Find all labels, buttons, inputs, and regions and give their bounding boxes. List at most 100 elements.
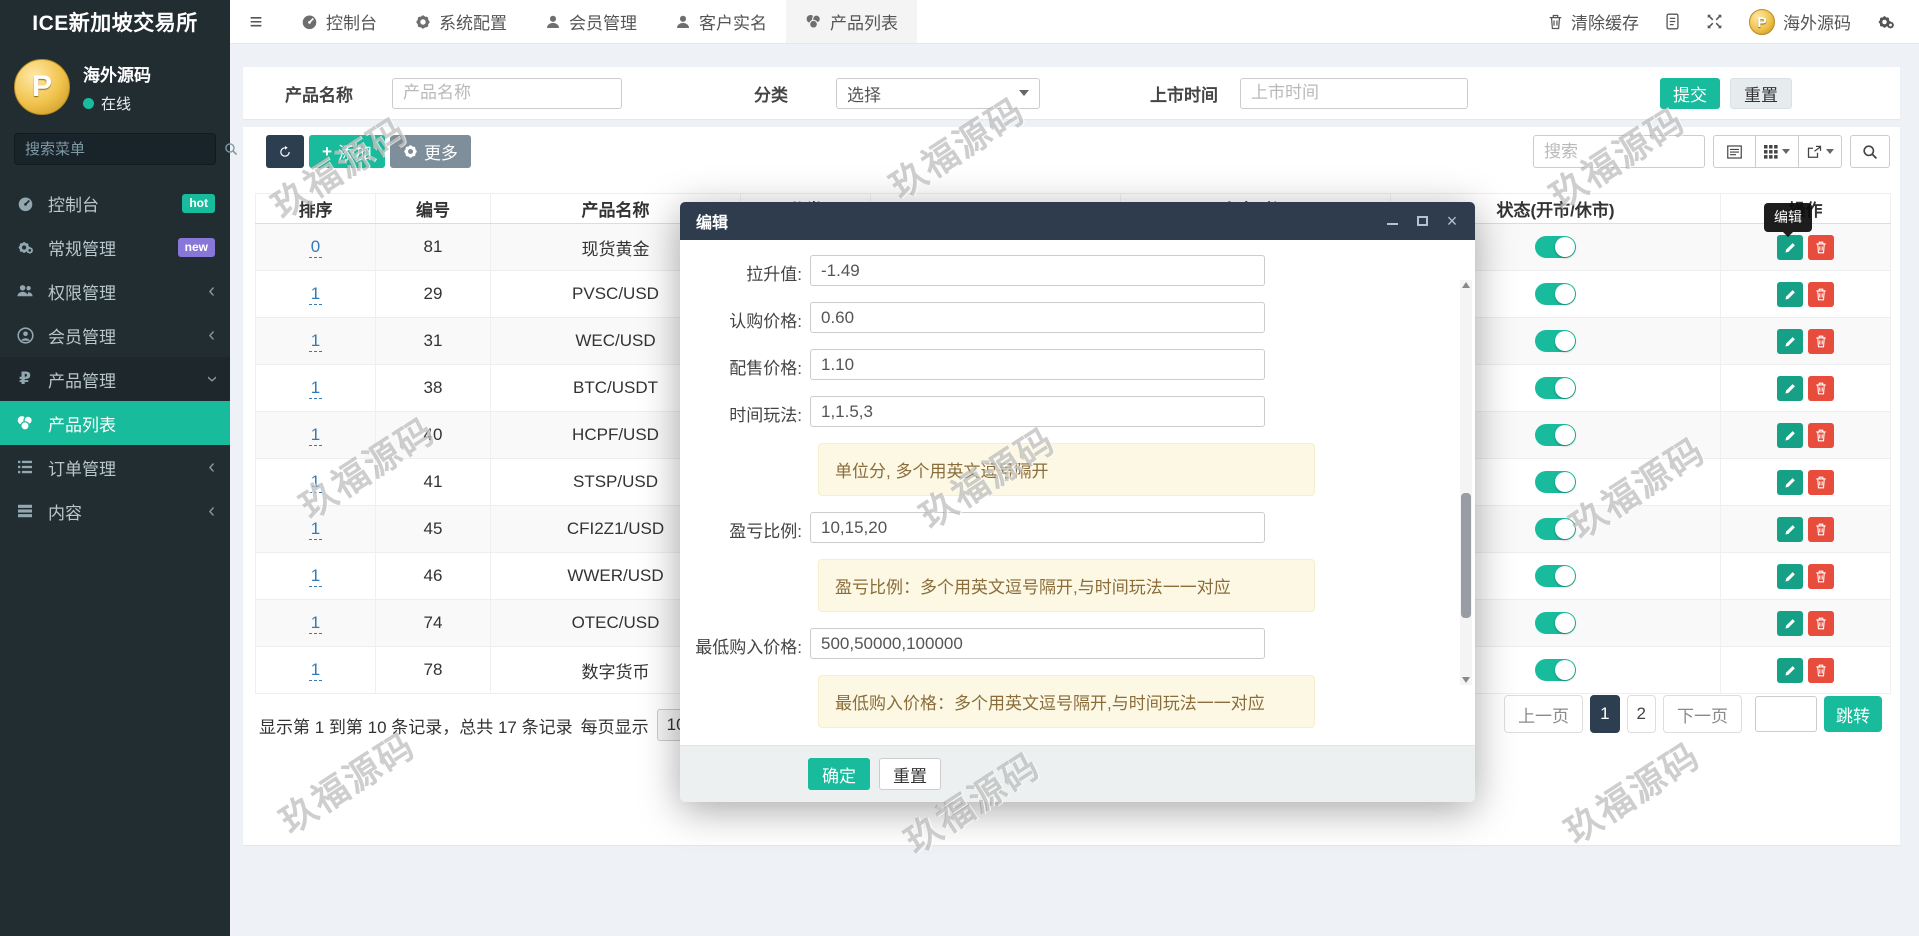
subscription-price-input[interactable] <box>810 302 1265 333</box>
sort-link[interactable]: 1 <box>308 378 323 399</box>
delete-button[interactable] <box>1808 234 1834 260</box>
status-toggle[interactable] <box>1535 424 1576 446</box>
edit-button[interactable] <box>1777 563 1803 589</box>
min-purchase-input[interactable] <box>810 628 1265 659</box>
nav-tab-product-list[interactable]: 产品列表 <box>786 0 917 43</box>
table-search-input[interactable] <box>1533 135 1705 168</box>
delete-button[interactable] <box>1808 422 1834 448</box>
category-select[interactable]: 选择 <box>836 77 1040 109</box>
delete-button[interactable] <box>1808 375 1834 401</box>
search-button[interactable] <box>1850 135 1890 168</box>
delete-button[interactable] <box>1808 657 1834 683</box>
edit-button[interactable] <box>1777 281 1803 307</box>
status-toggle[interactable] <box>1535 659 1576 681</box>
reset-button[interactable]: 重置 <box>1730 77 1792 109</box>
sidebar-item-general[interactable]: 常规管理 new <box>0 225 230 269</box>
edit-button[interactable] <box>1777 516 1803 542</box>
add-button[interactable]: + 添加 <box>309 135 385 168</box>
more-button[interactable]: 更多 <box>389 135 471 168</box>
launch-time-input[interactable] <box>1240 77 1468 109</box>
delete-button[interactable] <box>1808 328 1834 354</box>
nav-tab-system-config[interactable]: 系统配置 <box>396 0 526 43</box>
sort-link[interactable]: 0 <box>308 237 323 258</box>
edit-button[interactable] <box>1777 422 1803 448</box>
dialog-scrollbar[interactable] <box>1460 280 1472 685</box>
product-name-input[interactable] <box>392 77 622 109</box>
document-icon[interactable] <box>1665 13 1680 30</box>
maximize-button[interactable] <box>1415 214 1429 228</box>
edit-button[interactable] <box>1777 375 1803 401</box>
field-label: 认购价格: <box>729 312 802 331</box>
user-circle-icon <box>15 326 35 344</box>
delete-button[interactable] <box>1808 563 1834 589</box>
sort-link[interactable]: 1 <box>308 660 323 681</box>
sidebar-item-content[interactable]: 内容 ‹ <box>0 489 230 533</box>
confirm-button[interactable]: 确定 <box>808 758 870 790</box>
sidebar-item-orders[interactable]: 订单管理 ‹ <box>0 445 230 489</box>
sort-link[interactable]: 1 <box>308 425 323 446</box>
prev-page-button[interactable]: 上一页 <box>1504 695 1584 733</box>
scrollbar-thumb[interactable] <box>1461 493 1471 618</box>
sort-link[interactable]: 1 <box>308 284 323 305</box>
sort-link[interactable]: 1 <box>308 566 323 587</box>
sort-link[interactable]: 1 <box>308 331 323 352</box>
user-menu[interactable]: P 海外源码 <box>1749 8 1851 35</box>
sort-link[interactable]: 1 <box>308 472 323 493</box>
edit-button[interactable] <box>1777 234 1803 260</box>
trash-icon <box>1548 14 1563 30</box>
pull-value-input[interactable] <box>810 255 1265 286</box>
hamburger-icon[interactable]: ≡ <box>230 0 282 43</box>
nav-tab-dashboard[interactable]: 控制台 <box>282 0 396 43</box>
grid-view-button[interactable] <box>1756 135 1799 168</box>
sort-link[interactable]: 1 <box>308 519 323 540</box>
scroll-down-icon[interactable] <box>1462 677 1470 683</box>
dialog-reset-button[interactable]: 重置 <box>879 758 941 790</box>
cogs-icon[interactable] <box>1877 14 1895 30</box>
columns-list-button[interactable] <box>1713 135 1756 168</box>
profit-ratio-input[interactable] <box>810 512 1265 543</box>
page-1-button[interactable]: 1 <box>1590 695 1620 733</box>
sidebar-search-input[interactable] <box>25 140 224 158</box>
submit-button[interactable]: 提交 <box>1660 77 1720 109</box>
status-toggle[interactable] <box>1535 236 1576 258</box>
scroll-up-icon[interactable] <box>1462 282 1470 288</box>
ruble-icon: ₽ <box>19 369 31 388</box>
delete-button[interactable] <box>1808 281 1834 307</box>
caret-down-icon <box>1825 149 1834 154</box>
delete-button[interactable] <box>1808 516 1834 542</box>
sidebar-item-dashboard[interactable]: 控制台 hot <box>0 181 230 225</box>
sort-link[interactable]: 1 <box>308 613 323 634</box>
export-button[interactable] <box>1799 135 1842 168</box>
sidebar-item-permissions[interactable]: 权限管理 ‹ <box>0 269 230 313</box>
time-play-input[interactable] <box>810 396 1265 427</box>
status-toggle[interactable] <box>1535 471 1576 493</box>
delete-button[interactable] <box>1808 469 1834 495</box>
status-toggle[interactable] <box>1535 565 1576 587</box>
next-page-button[interactable]: 下一页 <box>1663 695 1742 733</box>
edit-button[interactable] <box>1777 610 1803 636</box>
edit-button[interactable] <box>1777 469 1803 495</box>
close-icon[interactable]: × <box>1445 212 1459 230</box>
minimize-button[interactable] <box>1385 214 1399 228</box>
page-2-button[interactable]: 2 <box>1626 695 1656 733</box>
delete-button[interactable] <box>1808 610 1834 636</box>
jump-button[interactable]: 跳转 <box>1824 696 1882 732</box>
edit-button[interactable] <box>1777 657 1803 683</box>
dialog-header[interactable]: 编辑 × <box>680 202 1475 240</box>
sidebar-item-product-manage[interactable]: ₽ 产品管理 ‹ <box>0 357 230 401</box>
sidebar-item-members[interactable]: 会员管理 ‹ <box>0 313 230 357</box>
refresh-button[interactable] <box>266 135 304 168</box>
clear-cache-button[interactable]: 清除缓存 <box>1548 9 1639 34</box>
sidebar-item-product-list[interactable]: 产品列表 <box>0 401 230 445</box>
edit-button[interactable] <box>1777 328 1803 354</box>
jump-page-input[interactable] <box>1755 696 1817 732</box>
nav-tab-kyc[interactable]: 客户实名 <box>656 0 786 43</box>
placement-price-input[interactable] <box>810 349 1265 380</box>
fullscreen-icon[interactable] <box>1706 13 1723 30</box>
status-toggle[interactable] <box>1535 612 1576 634</box>
status-toggle[interactable] <box>1535 518 1576 540</box>
nav-tab-members[interactable]: 会员管理 <box>526 0 656 43</box>
status-toggle[interactable] <box>1535 283 1576 305</box>
status-toggle[interactable] <box>1535 377 1576 399</box>
status-toggle[interactable] <box>1535 330 1576 352</box>
